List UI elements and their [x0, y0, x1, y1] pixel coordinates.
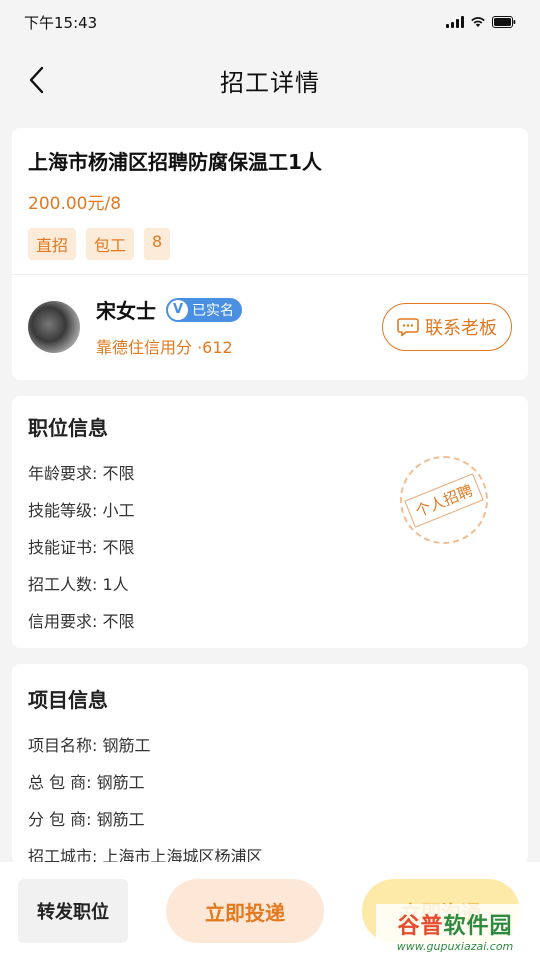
info-value: 钢筋工 [102, 736, 151, 755]
project-info-card: 项目信息 项目名称: 钢筋工 总 包 商: 钢筋工 分 包 商: 钢筋工 招工城… [12, 664, 528, 864]
personal-hiring-stamp: 个人招聘 [400, 456, 488, 544]
boss-row: 宋女士 V 已实名 靠德住信用分 ·612 联系老板 [12, 275, 528, 380]
page-title: 招工详情 [220, 68, 320, 97]
info-label: 分 包 商: [28, 810, 92, 829]
watermark-url: www.gupuxiazai.com [396, 939, 514, 953]
back-button[interactable] [18, 62, 54, 98]
job-summary: 上海市杨浦区招聘防腐保温工1人 200.00元/8 直招 包工 8 [12, 128, 528, 275]
battery-icon [492, 16, 516, 28]
job-tags: 直招 包工 8 [28, 228, 512, 260]
nav-bar: 招工详情 [0, 44, 540, 116]
info-row: 分 包 商: 钢筋工 [28, 801, 512, 838]
info-value: 不限 [102, 538, 135, 557]
job-card: 上海市杨浦区招聘防腐保温工1人 200.00元/8 直招 包工 8 宋女士 V … [12, 128, 528, 380]
chevron-left-icon [29, 66, 44, 94]
job-salary: 200.00元/8 [28, 194, 122, 214]
verified-label: 已实名 [192, 302, 234, 319]
share-job-button[interactable]: 转发职位 [18, 879, 128, 943]
status-bar: 下午15:43 [0, 0, 540, 44]
boss-line: 宋女士 V 已实名 [96, 295, 382, 324]
project-section-title: 项目信息 [28, 688, 108, 712]
info-label: 技能等级: [28, 501, 98, 520]
status-icons [446, 16, 516, 28]
info-value: 小工 [102, 501, 135, 520]
info-value: 1人 [102, 575, 129, 594]
tag-contract: 包工 [86, 228, 135, 260]
tag-direct-hire: 直招 [28, 228, 77, 260]
site-watermark: 谷普软件园 www.gupuxiazai.com [376, 904, 534, 956]
status-time: 下午15:43 [24, 13, 98, 32]
info-row: 总 包 商: 钢筋工 [28, 764, 512, 801]
info-label: 招工人数: [28, 575, 98, 594]
info-value: 钢筋工 [96, 810, 145, 829]
info-value: 钢筋工 [96, 773, 145, 792]
signal-icon [446, 16, 464, 28]
contact-boss-label: 联系老板 [425, 317, 497, 339]
verified-v-icon: V [168, 299, 188, 320]
contact-boss-button[interactable]: 联系老板 [382, 302, 512, 351]
apply-now-button[interactable]: 立即投递 [166, 879, 324, 943]
info-label: 项目名称: [28, 736, 98, 755]
watermark-brand-b: 软件园 [443, 913, 513, 939]
position-section-title: 职位信息 [28, 416, 108, 440]
info-label: 信用要求: [28, 612, 98, 631]
info-label: 年龄要求: [28, 464, 98, 483]
info-value: 不限 [102, 612, 135, 631]
position-info-card: 职位信息 年龄要求: 不限 技能等级: 小工 技能证书: 不限 招工人数: 1人… [12, 396, 528, 648]
boss-name: 宋女士 [96, 299, 156, 323]
avatar[interactable] [28, 300, 80, 353]
watermark-brand: 谷普软件园 [397, 908, 512, 940]
verified-badge: V 已实名 [166, 297, 242, 322]
stamp-label: 个人招聘 [404, 472, 484, 528]
watermark-brand-a: 谷普 [397, 913, 444, 939]
credit-score: 靠德住信用分 ·612 [96, 338, 233, 357]
info-label: 技能证书: [28, 538, 98, 557]
info-label: 总 包 商: [28, 773, 92, 792]
info-value: 不限 [102, 464, 135, 483]
wifi-icon [471, 17, 485, 27]
job-title: 上海市杨浦区招聘防腐保温工1人 [28, 150, 322, 174]
info-row: 项目名称: 钢筋工 [28, 727, 512, 764]
boss-info: 宋女士 V 已实名 靠德住信用分 ·612 [96, 295, 382, 358]
chat-bubble-icon [397, 317, 419, 336]
tag-count: 8 [144, 228, 171, 260]
info-row: 招工人数: 1人 [28, 566, 512, 603]
info-row: 招工城市: 上海市上海城区杨浦区 [28, 838, 512, 864]
info-row: 信用要求: 不限 [28, 603, 512, 640]
